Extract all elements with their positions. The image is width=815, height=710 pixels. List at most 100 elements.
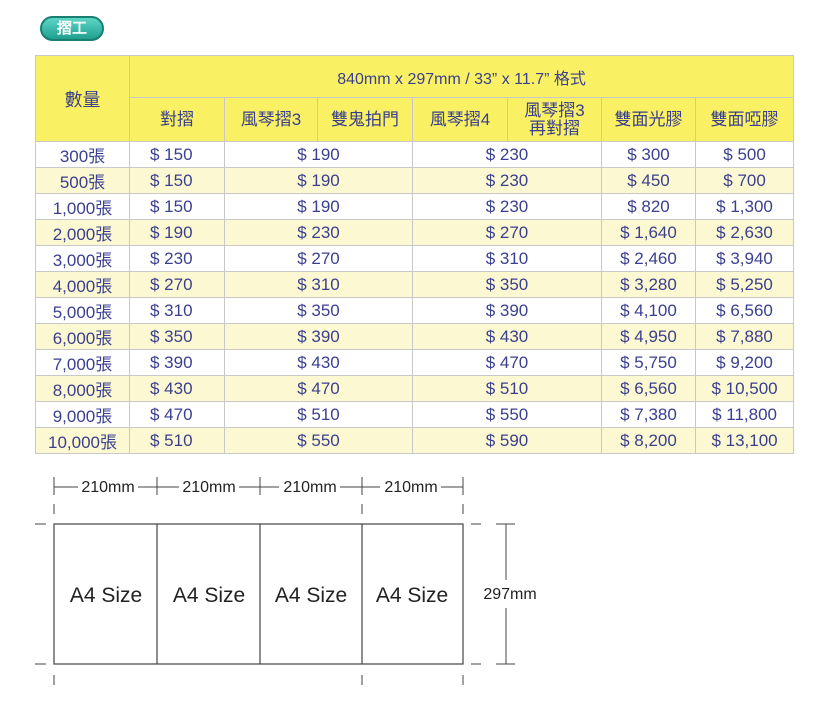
quantity-cell: 2,000張	[35, 219, 130, 246]
matte-price-cell: $ 7,880	[694, 323, 795, 350]
gloss-price-cell: $ 820	[601, 193, 696, 220]
matte-price-cell: $ 10,500	[694, 375, 795, 402]
panel-width-label: 210mm	[384, 479, 437, 496]
accordion4-refold-price-cell: $ 510	[412, 375, 602, 402]
format-header: 840mm x 297mm / 33” x 11.7” 格式	[128, 55, 795, 98]
fold-price-cell: $ 510	[129, 427, 225, 454]
fold-price-cell: $ 350	[129, 323, 225, 350]
accordion3-gate-price-cell: $ 470	[224, 375, 413, 402]
section-badge: 摺工	[40, 16, 104, 41]
accordion3-gate-price-cell: $ 310	[224, 271, 413, 298]
price-table: 數量 840mm x 297mm / 33” x 11.7” 格式 對摺 風琴摺3…	[35, 55, 795, 454]
table-row: 4,000張 $ 270 $ 310 $ 350 $ 3,280 $ 5,250	[35, 271, 795, 298]
table-row: 500張 $ 150 $ 190 $ 230 $ 450 $ 700	[35, 167, 795, 194]
accordion4-refold-price-cell: $ 470	[412, 349, 602, 376]
gloss-price-cell: $ 5,750	[601, 349, 696, 376]
table-row: 7,000張 $ 390 $ 430 $ 470 $ 5,750 $ 9,200	[35, 349, 795, 376]
matte-price-cell: $ 3,940	[694, 245, 795, 272]
column-header-gate: 雙鬼拍門	[317, 97, 413, 142]
price-rows: 300張 $ 150 $ 190 $ 230 $ 300 $ 500 500張 $ 150 $ …	[35, 141, 795, 454]
panel-width-label: 210mm	[182, 479, 235, 496]
matte-price-cell: $ 6,560	[694, 297, 795, 324]
accordion4-refold-price-cell: $ 230	[412, 141, 602, 168]
column-header-matte: 雙面啞膠	[694, 97, 795, 142]
matte-price-cell: $ 2,630	[694, 219, 795, 246]
matte-price-cell: $ 13,100	[694, 427, 795, 454]
quantity-cell: 300張	[35, 141, 130, 168]
quantity-cell: 8,000張	[35, 375, 130, 402]
matte-price-cell: $ 700	[694, 167, 795, 194]
fold-price-cell: $ 150	[129, 141, 225, 168]
fold-price-cell: $ 230	[129, 245, 225, 272]
matte-price-cell: $ 1,300	[694, 193, 795, 220]
column-header-accordion3: 風琴摺3	[224, 97, 318, 142]
quantity-cell: 9,000張	[35, 401, 130, 428]
quantity-cell: 6,000張	[35, 323, 130, 350]
fold-price-cell: $ 190	[129, 219, 225, 246]
quantity-cell: 4,000張	[35, 271, 130, 298]
accordion3-gate-price-cell: $ 190	[224, 167, 413, 194]
table-row: 300張 $ 150 $ 190 $ 230 $ 300 $ 500	[35, 141, 795, 168]
gloss-price-cell: $ 1,640	[601, 219, 696, 246]
column-header-accordion3-refold: 風琴摺3 再對摺	[507, 97, 602, 142]
accordion4-refold-price-cell: $ 350	[412, 271, 602, 298]
accordion4-refold-price-cell: $ 430	[412, 323, 602, 350]
column-header-accordion4: 風琴摺4	[412, 97, 508, 142]
quantity-cell: 3,000張	[35, 245, 130, 272]
table-row: 3,000張 $ 230 $ 270 $ 310 $ 2,460 $ 3,940	[35, 245, 795, 272]
column-headers: 對摺 風琴摺3 雙鬼拍門 風琴摺4 風琴摺3 再對摺 雙面光膠 雙面啞膠	[36, 97, 795, 142]
accordion4-refold-price-cell: $ 310	[412, 245, 602, 272]
accordion4-refold-price-cell: $ 270	[412, 219, 602, 246]
height-label: 297mm	[483, 586, 536, 603]
panel-label: A4 Size	[173, 584, 245, 607]
table-row: 10,000張 $ 510 $ 550 $ 590 $ 8,200 $ 13,100	[35, 427, 795, 454]
accordion3-gate-price-cell: $ 430	[224, 349, 413, 376]
matte-price-cell: $ 9,200	[694, 349, 795, 376]
gloss-price-cell: $ 6,560	[601, 375, 696, 402]
quantity-header: 數量	[35, 55, 130, 142]
quantity-cell: 10,000張	[35, 427, 130, 454]
accordion3-gate-price-cell: $ 510	[224, 401, 413, 428]
table-row: 6,000張 $ 350 $ 390 $ 430 $ 4,950 $ 7,880	[35, 323, 795, 350]
matte-price-cell: $ 11,800	[694, 401, 795, 428]
accordion3-gate-price-cell: $ 390	[224, 323, 413, 350]
table-row: 1,000張 $ 150 $ 190 $ 230 $ 820 $ 1,300	[35, 193, 795, 220]
matte-price-cell: $ 5,250	[694, 271, 795, 298]
fold-price-cell: $ 270	[129, 271, 225, 298]
gloss-price-cell: $ 8,200	[601, 427, 696, 454]
panel-label: A4 Size	[70, 584, 142, 607]
fold-price-cell: $ 310	[129, 297, 225, 324]
matte-price-cell: $ 500	[694, 141, 795, 168]
fold-price-cell: $ 390	[129, 349, 225, 376]
accordion4-refold-price-cell: $ 550	[412, 401, 602, 428]
gloss-price-cell: $ 4,100	[601, 297, 696, 324]
accordion3-gate-price-cell: $ 190	[224, 193, 413, 220]
panel-width-label: 210mm	[283, 479, 336, 496]
accordion4-refold-price-cell: $ 230	[412, 193, 602, 220]
gloss-price-cell: $ 450	[601, 167, 696, 194]
panel-label: A4 Size	[376, 584, 448, 607]
fold-layout-diagram: 210mm 210mm 210mm 210mm A4 Size A4 Size …	[35, 477, 537, 685]
panel-label: A4 Size	[275, 584, 347, 607]
gloss-price-cell: $ 7,380	[601, 401, 696, 428]
table-row: 2,000張 $ 190 $ 230 $ 270 $ 1,640 $ 2,630	[35, 219, 795, 246]
table-row: 9,000張 $ 470 $ 510 $ 550 $ 7,380 $ 11,800	[35, 401, 795, 428]
quantity-cell: 500張	[35, 167, 130, 194]
gloss-price-cell: $ 2,460	[601, 245, 696, 272]
quantity-cell: 7,000張	[35, 349, 130, 376]
fold-price-cell: $ 150	[129, 167, 225, 194]
accordion3-gate-price-cell: $ 350	[224, 297, 413, 324]
fold-price-cell: $ 470	[129, 401, 225, 428]
panel-width-label: 210mm	[81, 479, 134, 496]
gloss-price-cell: $ 4,950	[601, 323, 696, 350]
column-header-fold: 對摺	[129, 97, 225, 142]
table-row: 8,000張 $ 430 $ 470 $ 510 $ 6,560 $ 10,500	[35, 375, 795, 402]
table-row: 5,000張 $ 310 $ 350 $ 390 $ 4,100 $ 6,560	[35, 297, 795, 324]
fold-price-cell: $ 150	[129, 193, 225, 220]
accordion3-gate-price-cell: $ 230	[224, 219, 413, 246]
gloss-price-cell: $ 300	[601, 141, 696, 168]
accordion4-refold-price-cell: $ 390	[412, 297, 602, 324]
accordion4-refold-price-cell: $ 590	[412, 427, 602, 454]
accordion3-gate-price-cell: $ 550	[224, 427, 413, 454]
accordion3-gate-price-cell: $ 190	[224, 141, 413, 168]
